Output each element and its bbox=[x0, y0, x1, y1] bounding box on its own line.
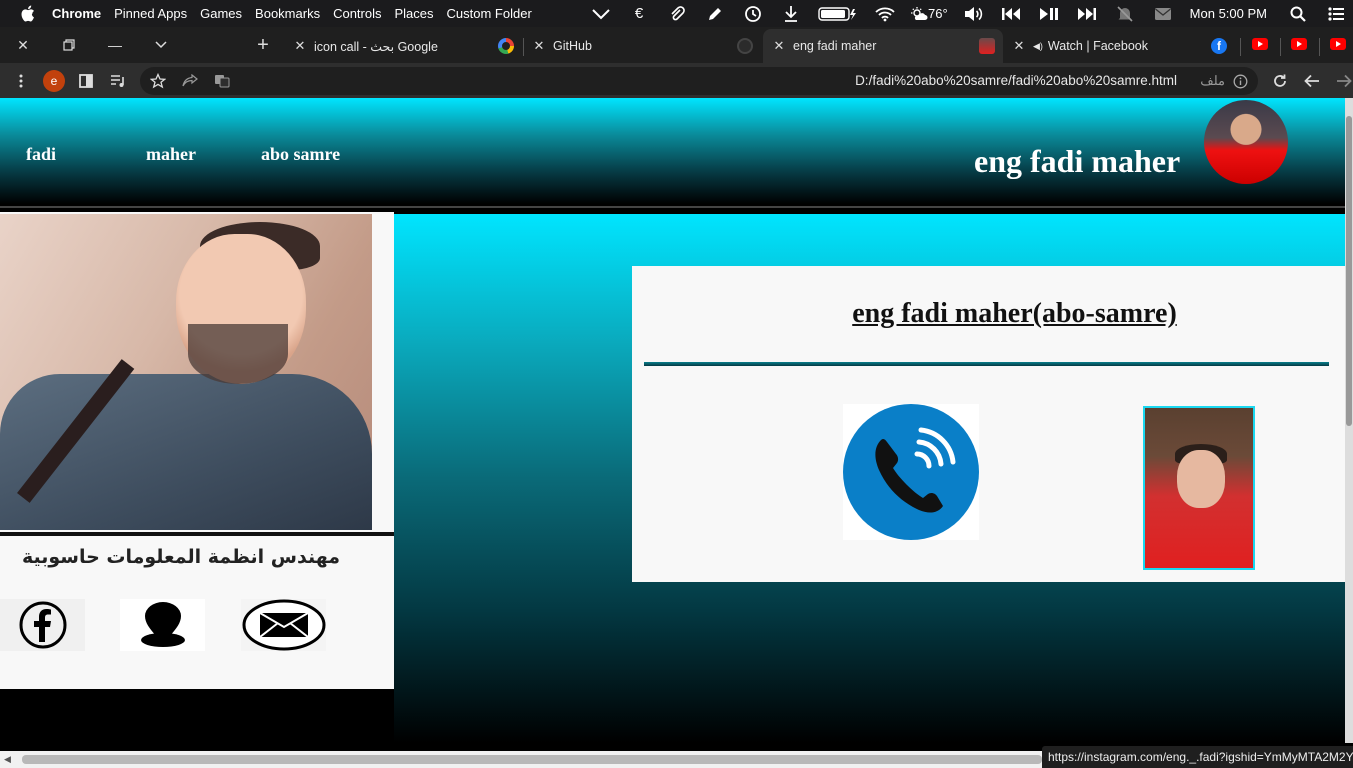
menu-games[interactable]: Games bbox=[200, 6, 242, 21]
menubar-clock[interactable]: Mon 5:00 PM bbox=[1190, 6, 1267, 21]
wifi-icon[interactable] bbox=[874, 5, 896, 23]
close-tab-icon[interactable]: ✕ bbox=[771, 38, 787, 54]
vertical-scrollbar[interactable] bbox=[1345, 98, 1353, 743]
menu-app-name[interactable]: Chrome bbox=[52, 6, 101, 21]
site-title: eng fadi maher bbox=[974, 143, 1181, 179]
envelope-icon bbox=[242, 599, 325, 651]
facebook-icon bbox=[19, 601, 66, 649]
tab-title: GitHub bbox=[553, 39, 592, 53]
job-title: مهندس انظمة المعلومات حاسوبية bbox=[21, 546, 341, 568]
site-header: fadi maher abo samre eng fadi maher bbox=[0, 98, 1345, 204]
location-link[interactable] bbox=[120, 599, 205, 651]
back-arrow-icon[interactable] bbox=[1301, 70, 1323, 92]
nav-link-fadi[interactable]: fadi bbox=[26, 144, 56, 165]
tab-google-search[interactable]: ✕ icon call - بحث Google bbox=[292, 31, 522, 61]
youtube-tab-icon[interactable] bbox=[1291, 38, 1307, 50]
call-link[interactable] bbox=[843, 404, 979, 540]
card-divider bbox=[644, 362, 1329, 366]
close-window-icon[interactable]: ✕ bbox=[0, 27, 46, 63]
bookmark-star-icon[interactable] bbox=[147, 70, 169, 92]
facebook-link[interactable] bbox=[0, 599, 85, 651]
browser-toolbar: D:/fadi%20abo%20samre/fadi%20abo%20samre… bbox=[0, 63, 1353, 98]
new-tab-button[interactable]: + bbox=[240, 27, 286, 63]
pencil-icon[interactable] bbox=[704, 5, 726, 23]
play-pause-icon[interactable] bbox=[1038, 5, 1060, 23]
chevron-down-icon[interactable] bbox=[590, 5, 612, 23]
download-icon[interactable] bbox=[780, 5, 802, 23]
panel-divider bbox=[0, 532, 394, 536]
reload-icon[interactable] bbox=[1269, 70, 1291, 92]
history-icon[interactable] bbox=[742, 5, 764, 23]
paperclip-icon[interactable] bbox=[666, 5, 688, 23]
info-icon[interactable] bbox=[1229, 70, 1251, 92]
menu-pinned-apps[interactable]: Pinned Apps bbox=[114, 6, 187, 21]
temperature-text: 76° bbox=[928, 6, 948, 21]
close-tab-icon[interactable]: ✕ bbox=[531, 38, 547, 54]
forward-arrow-icon[interactable] bbox=[1333, 70, 1353, 92]
weather-icon bbox=[911, 6, 928, 20]
profile-photo bbox=[0, 214, 372, 530]
google-icon bbox=[498, 38, 514, 54]
restore-window-icon[interactable] bbox=[46, 27, 92, 63]
file-scheme-label: ملف bbox=[1200, 73, 1225, 88]
weather-widget[interactable]: 76° bbox=[910, 6, 948, 22]
link-status-url: https://instagram.com/eng._.fadi?igshid=… bbox=[1042, 746, 1353, 768]
sidebar-toggle-icon[interactable] bbox=[75, 70, 97, 92]
nav-link-abo-samre[interactable]: abo samre bbox=[261, 144, 340, 165]
volume-icon[interactable] bbox=[962, 5, 984, 23]
youtube-tab-icon[interactable] bbox=[1330, 38, 1346, 50]
notifications-muted-icon[interactable] bbox=[1114, 5, 1136, 23]
browser-tab-strip: ✕ — + ✕ icon call - بحث Google ✕ GitHub … bbox=[0, 27, 1353, 63]
facebook-icon: f bbox=[1211, 38, 1227, 54]
tab-eng-fadi-maher[interactable]: ✕ eng fadi maher bbox=[763, 29, 1003, 63]
audio-playing-icon: ◀) bbox=[1033, 40, 1043, 51]
euro-icon[interactable]: € bbox=[628, 5, 650, 23]
translate-icon[interactable] bbox=[211, 70, 233, 92]
tab-search-chevron-icon[interactable] bbox=[138, 27, 184, 63]
location-pin-icon bbox=[140, 602, 185, 647]
github-icon bbox=[737, 38, 753, 54]
macos-menubar: Chrome Pinned Apps Games Bookmarks Contr… bbox=[0, 0, 1353, 27]
header-divider bbox=[0, 206, 1345, 208]
apple-menu-icon[interactable] bbox=[18, 5, 36, 23]
instagram-photo-link[interactable] bbox=[1143, 406, 1255, 570]
tab-title: icon call - بحث Google bbox=[314, 39, 438, 54]
card-title: eng fadi maher(abo-samre) bbox=[852, 298, 1177, 329]
contact-card: eng fadi maher(abo-samre) bbox=[632, 266, 1345, 582]
menu-bookmarks[interactable]: Bookmarks bbox=[255, 6, 320, 21]
mail-icon[interactable] bbox=[1152, 5, 1174, 23]
tab-facebook-watch[interactable]: ✕ ◀) Watch | Facebook f bbox=[1011, 31, 1235, 61]
next-track-icon[interactable] bbox=[1076, 5, 1098, 23]
nav-link-maher[interactable]: maher bbox=[146, 144, 196, 165]
control-center-icon[interactable] bbox=[1325, 5, 1347, 23]
battery-icon[interactable] bbox=[818, 5, 858, 23]
menu-custom-folder[interactable]: Custom Folder bbox=[447, 6, 532, 21]
profile-avatar[interactable]: e bbox=[43, 70, 65, 92]
profile-favicon-icon bbox=[979, 38, 995, 54]
tab-github[interactable]: ✕ GitHub bbox=[531, 31, 761, 61]
close-tab-icon[interactable]: ✕ bbox=[292, 38, 308, 54]
header-avatar-photo bbox=[1204, 100, 1288, 184]
web-page: fadi maher abo samre eng fadi maher مهند… bbox=[0, 98, 1345, 743]
address-url[interactable]: D:/fadi%20abo%20samre/fadi%20abo%20samre… bbox=[855, 73, 1177, 88]
close-tab-icon[interactable]: ✕ bbox=[1011, 38, 1027, 54]
media-queue-icon[interactable] bbox=[107, 70, 129, 92]
menu-places[interactable]: Places bbox=[395, 6, 434, 21]
profile-panel: مهندس انظمة المعلومات حاسوبية bbox=[0, 212, 394, 689]
search-icon[interactable] bbox=[1287, 5, 1309, 23]
menu-controls[interactable]: Controls bbox=[333, 6, 381, 21]
tab-title: eng fadi maher bbox=[793, 39, 877, 53]
youtube-tab-icon[interactable] bbox=[1252, 38, 1268, 50]
share-icon[interactable] bbox=[179, 70, 201, 92]
phone-call-icon bbox=[843, 404, 979, 540]
minimize-window-icon[interactable]: — bbox=[92, 27, 138, 63]
previous-track-icon[interactable] bbox=[1000, 5, 1022, 23]
scroll-left-arrow-icon[interactable]: ◀ bbox=[4, 754, 11, 765]
more-menu-icon[interactable] bbox=[10, 70, 32, 92]
email-link[interactable] bbox=[241, 599, 326, 651]
tab-title: Watch | Facebook bbox=[1047, 39, 1148, 53]
